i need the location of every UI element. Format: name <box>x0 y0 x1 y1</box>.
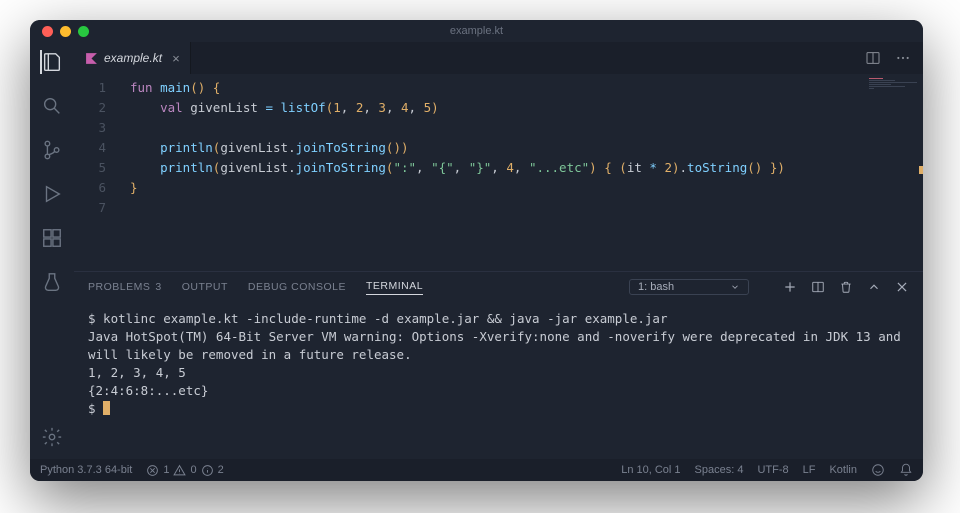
tab-close-icon[interactable]: × <box>172 51 180 66</box>
split-terminal-icon[interactable] <box>811 280 825 294</box>
close-panel-icon[interactable] <box>895 280 909 294</box>
tab-terminal[interactable]: TERMINAL <box>366 280 423 295</box>
overview-ruler-marker <box>919 166 923 174</box>
editor[interactable]: 1234567 fun main() { val givenList = lis… <box>74 74 923 271</box>
body: example.kt × 1234567 fun main() { val gi… <box>30 42 923 459</box>
kotlin-file-icon <box>84 51 98 65</box>
minimap[interactable] <box>861 74 923 271</box>
status-notifications-icon[interactable] <box>899 463 913 477</box>
source-control-icon[interactable] <box>40 138 64 162</box>
status-bar: Python 3.7.3 64-bit 1 0 2 Ln 10, Col 1 S… <box>30 459 923 481</box>
terminal-output[interactable]: $ kotlinc example.kt -include-runtime -d… <box>74 302 923 459</box>
tab-problems[interactable]: PROBLEMS3 <box>88 281 162 293</box>
status-language[interactable]: Kotlin <box>829 464 857 476</box>
status-problems[interactable]: 1 0 2 <box>146 464 223 477</box>
terminal-selector[interactable]: 1: bash <box>629 279 749 295</box>
line-number-gutter: 1234567 <box>74 74 122 271</box>
maximize-panel-icon[interactable] <box>867 280 881 294</box>
status-eol[interactable]: LF <box>803 464 816 476</box>
tab-output[interactable]: OUTPUT <box>182 281 228 293</box>
kill-terminal-icon[interactable] <box>839 280 853 294</box>
split-editor-icon[interactable] <box>865 50 881 66</box>
panel-tabs: PROBLEMS3 OUTPUT DEBUG CONSOLE TERMINAL … <box>74 272 923 302</box>
status-lncol[interactable]: Ln 10, Col 1 <box>621 464 680 476</box>
status-encoding[interactable]: UTF-8 <box>757 464 788 476</box>
terminal-cursor <box>103 401 110 415</box>
terminal-name: 1: bash <box>638 281 674 293</box>
window-title: example.kt <box>30 25 923 37</box>
testing-icon[interactable] <box>40 270 64 294</box>
settings-gear-icon[interactable] <box>40 425 64 449</box>
run-debug-icon[interactable] <box>40 182 64 206</box>
vscode-window: example.kt <box>30 20 923 481</box>
titlebar: example.kt <box>30 20 923 42</box>
tab-debug-console[interactable]: DEBUG CONSOLE <box>248 281 346 293</box>
bottom-panel: PROBLEMS3 OUTPUT DEBUG CONSOLE TERMINAL … <box>74 271 923 459</box>
status-python[interactable]: Python 3.7.3 64-bit <box>40 464 132 476</box>
tabbar-actions <box>865 42 923 74</box>
code-area[interactable]: fun main() { val givenList = listOf(1, 2… <box>122 74 861 271</box>
panel-actions <box>783 280 909 294</box>
status-spaces[interactable]: Spaces: 4 <box>695 464 744 476</box>
extensions-icon[interactable] <box>40 226 64 250</box>
chevron-down-icon <box>730 282 740 292</box>
explorer-icon[interactable] <box>40 50 64 74</box>
tab-bar: example.kt × <box>74 42 923 74</box>
new-terminal-icon[interactable] <box>783 280 797 294</box>
tab-filename: example.kt <box>104 51 162 65</box>
status-feedback-icon[interactable] <box>871 463 885 477</box>
editor-tab[interactable]: example.kt × <box>74 42 191 74</box>
more-actions-icon[interactable] <box>895 50 911 66</box>
activity-bar <box>30 42 74 459</box>
main-column: example.kt × 1234567 fun main() { val gi… <box>74 42 923 459</box>
search-icon[interactable] <box>40 94 64 118</box>
